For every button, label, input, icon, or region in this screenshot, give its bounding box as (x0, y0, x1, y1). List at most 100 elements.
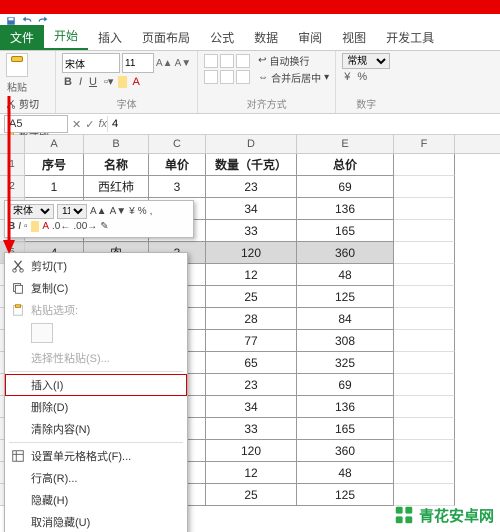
mini-italic-button[interactable]: I (18, 221, 21, 232)
cell[interactable]: 单价 (149, 154, 206, 176)
tab-formula[interactable]: 公式 (200, 25, 244, 50)
mini-border-icon[interactable]: ▫ (24, 221, 28, 232)
tab-layout[interactable]: 页面布局 (132, 25, 200, 50)
wrap-text-button[interactable]: ↩自动换行 (258, 53, 329, 68)
tab-review[interactable]: 审阅 (288, 25, 332, 50)
cell[interactable]: 1 (25, 176, 84, 198)
cell[interactable] (394, 220, 455, 242)
mini-shrink-font-icon[interactable]: A▼ (110, 206, 127, 217)
save-icon[interactable] (6, 16, 16, 26)
ctx-delete[interactable]: 删除(D) (5, 396, 187, 418)
redo-icon[interactable] (38, 16, 48, 26)
cell[interactable]: 84 (297, 308, 394, 330)
cell[interactable]: 48 (297, 264, 394, 286)
cell[interactable]: 名称 (84, 154, 149, 176)
col-header-d[interactable]: D (206, 135, 297, 153)
font-size-input[interactable] (122, 53, 154, 73)
cell[interactable] (394, 484, 455, 506)
border-button[interactable]: ▫▾ (102, 75, 115, 88)
mini-comma-icon[interactable]: , (150, 206, 153, 217)
cell[interactable]: 69 (297, 374, 394, 396)
undo-icon[interactable] (22, 16, 32, 26)
mini-fill-icon[interactable] (31, 221, 40, 232)
cell[interactable]: 125 (297, 286, 394, 308)
cell[interactable]: 308 (297, 330, 394, 352)
select-all-corner[interactable] (0, 135, 25, 153)
cell[interactable]: 48 (297, 462, 394, 484)
cell[interactable]: 数量（千克） (206, 154, 297, 176)
cell[interactable]: 西红柿 (84, 176, 149, 198)
cell[interactable] (394, 352, 455, 374)
col-header-c[interactable]: C (149, 135, 206, 153)
cancel-icon[interactable]: ✕ (72, 118, 81, 131)
tab-data[interactable]: 数据 (244, 25, 288, 50)
merge-center-button[interactable]: ⇔合并后居中 ▾ (258, 70, 329, 85)
mini-percent-icon[interactable]: % (138, 206, 147, 217)
number-format-select[interactable]: 常规 (342, 53, 390, 69)
increase-font-icon[interactable]: A▲ (156, 58, 173, 69)
cell[interactable]: 165 (297, 220, 394, 242)
cell[interactable] (394, 308, 455, 330)
ctx-copy[interactable]: 复制(C) (5, 277, 187, 299)
cell[interactable]: 34 (206, 198, 297, 220)
font-name-input[interactable] (62, 53, 120, 73)
cell[interactable]: 165 (297, 418, 394, 440)
col-header-f[interactable]: F (394, 135, 455, 153)
confirm-icon[interactable]: ✓ (85, 118, 94, 131)
cell[interactable] (394, 330, 455, 352)
cell[interactable] (394, 396, 455, 418)
cell[interactable]: 120 (206, 440, 297, 462)
paste-button[interactable]: 粘贴 (6, 53, 28, 94)
ctx-cut[interactable]: 剪切(T) (5, 255, 187, 277)
mini-bold-button[interactable]: B (8, 221, 15, 232)
cell[interactable]: 325 (297, 352, 394, 374)
cell[interactable] (394, 462, 455, 484)
tab-file[interactable]: 文件 (0, 25, 44, 50)
cell[interactable]: 23 (206, 374, 297, 396)
cell[interactable] (394, 264, 455, 286)
cell[interactable]: 序号 (25, 154, 84, 176)
mini-decrease-decimal-icon[interactable]: .0← (52, 221, 70, 232)
ctx-insert[interactable]: 插入(I) (5, 374, 187, 396)
underline-button[interactable]: U (87, 76, 99, 88)
mini-font-name[interactable]: 宋体 (8, 204, 54, 219)
mini-increase-decimal-icon[interactable]: .00→ (73, 221, 97, 232)
formula-bar[interactable] (107, 116, 500, 132)
cell[interactable]: 33 (206, 220, 297, 242)
cell[interactable]: 12 (206, 462, 297, 484)
cell[interactable]: 125 (297, 484, 394, 506)
cell[interactable] (394, 242, 455, 264)
row-header[interactable]: 1 (0, 154, 25, 176)
mini-format-painter-icon[interactable]: ✎ (100, 221, 108, 232)
cell[interactable] (394, 440, 455, 462)
cell[interactable]: 33 (206, 418, 297, 440)
name-box[interactable]: A5 (4, 115, 68, 133)
cell[interactable]: 25 (206, 484, 297, 506)
bold-button[interactable]: B (62, 76, 74, 88)
cell[interactable]: 3 (149, 176, 206, 198)
cell[interactable] (394, 374, 455, 396)
cell[interactable]: 65 (206, 352, 297, 374)
ctx-row-height[interactable]: 行高(R)... (5, 467, 187, 489)
currency-button[interactable]: ¥ (342, 71, 352, 83)
cell[interactable]: 12 (206, 264, 297, 286)
cell[interactable]: 23 (206, 176, 297, 198)
cell[interactable]: 28 (206, 308, 297, 330)
ctx-format-cells[interactable]: 设置单元格格式(F)... (5, 445, 187, 467)
cell[interactable] (394, 286, 455, 308)
cell[interactable]: 136 (297, 396, 394, 418)
col-header-e[interactable]: E (297, 135, 394, 153)
cell[interactable]: 34 (206, 396, 297, 418)
tab-dev[interactable]: 开发工具 (376, 25, 444, 50)
cell[interactable]: 120 (206, 242, 297, 264)
alignment-grid[interactable] (204, 54, 250, 84)
tab-insert[interactable]: 插入 (88, 25, 132, 50)
cut-button[interactable]: 剪切 (6, 96, 49, 111)
col-header-b[interactable]: B (84, 135, 149, 153)
ctx-clear[interactable]: 清除内容(N) (5, 418, 187, 440)
cell[interactable]: 25 (206, 286, 297, 308)
mini-font-size[interactable]: 11 (57, 204, 87, 219)
cell[interactable] (394, 418, 455, 440)
mini-grow-font-icon[interactable]: A▲ (90, 206, 107, 217)
mini-font-color-icon[interactable]: A (42, 221, 49, 232)
